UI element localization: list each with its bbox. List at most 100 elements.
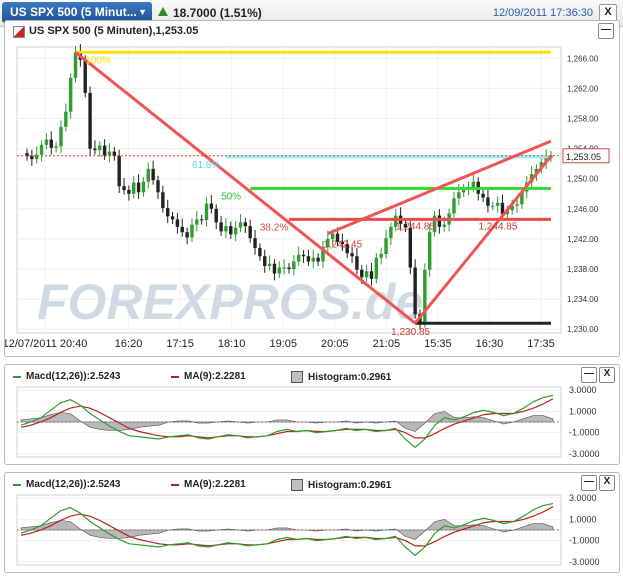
candle-body	[350, 253, 354, 257]
y-tick-label: 1,266.00	[567, 54, 599, 63]
y-tick-label: -3.0000	[569, 557, 600, 567]
x-tick-label: 16:30	[476, 338, 504, 350]
y-tick-label: 1,258.00	[567, 115, 599, 124]
candle-body	[292, 261, 296, 270]
candle-body	[389, 226, 393, 239]
candle-body	[229, 226, 233, 235]
candle-body	[39, 144, 44, 155]
candle-body	[486, 197, 490, 206]
y-tick-label: 3.0000	[569, 493, 597, 503]
candle-body	[209, 203, 214, 209]
candle-body	[374, 257, 379, 279]
symbol-label: US SPX 500 (5 Minut...	[10, 5, 137, 19]
macd-panel-1: Macd(12,26)):2.5243 MA(9):2.2281 Histogr…	[4, 364, 620, 465]
candle-body	[277, 267, 281, 274]
y-tick-label: -1.0000	[569, 428, 600, 438]
y-tick-label: 1.0000	[569, 406, 597, 416]
candle-body	[248, 226, 252, 239]
x-tick-label: 19:05	[269, 338, 297, 350]
candle-body	[369, 271, 374, 279]
candle-body	[471, 181, 476, 188]
candle-body	[180, 226, 184, 233]
candle-body	[156, 180, 160, 193]
candle-body	[199, 219, 204, 221]
candle-body	[166, 208, 170, 217]
price-annotation: 1,230.85	[391, 327, 430, 338]
candle-body	[122, 186, 126, 190]
candle-body	[311, 257, 315, 262]
price-annotation: 1,242.45	[323, 240, 362, 251]
x-tick-label: 20:05	[321, 338, 349, 350]
macd-panel-2: Macd(12,26)):2.5243 MA(9):2.2281 Histogr…	[4, 472, 620, 573]
candle-body	[379, 253, 383, 258]
y-tick-label: 1.0000	[569, 514, 597, 524]
candle-body	[355, 256, 359, 270]
candle-body	[316, 257, 320, 262]
candle-body	[132, 182, 136, 194]
candle-body	[442, 224, 446, 227]
candle-body	[102, 145, 107, 156]
up-arrow-icon	[158, 7, 168, 16]
candle-body	[214, 208, 218, 223]
x-tick-label: 17:35	[527, 338, 555, 350]
candle-body	[49, 139, 53, 148]
candle-body	[306, 256, 311, 262]
candle-body	[54, 146, 58, 148]
y-tick-label: 1,262.00	[567, 84, 599, 93]
candle-body	[428, 232, 432, 270]
candle-body	[481, 193, 485, 198]
candle-body	[224, 226, 228, 232]
x-tick-label: 18:10	[218, 338, 246, 350]
candle-body	[301, 254, 306, 257]
candle-body	[360, 269, 364, 278]
price-change: 18.7000 (1.51%)	[173, 6, 262, 20]
x-tick-label: 17:15	[166, 338, 194, 350]
candle-body	[253, 238, 257, 248]
price-chart[interactable]: 1,266.001,262.001,258.001,254.001,250.00…	[5, 21, 619, 356]
candle-body	[495, 202, 500, 206]
y-tick-label: 1,234.00	[567, 295, 599, 304]
price-annotation: 1,244.85	[478, 221, 517, 232]
x-tick-label: 12/07/2011 20:40	[5, 338, 87, 350]
candle-body	[238, 222, 243, 228]
candle-body	[233, 227, 238, 235]
candle-body	[59, 126, 63, 147]
price-chart-panel: US SPX 500 (5 Minuten),1,253.05 — 1,266.…	[4, 20, 620, 357]
candle-body	[190, 224, 194, 238]
candle-body	[457, 192, 461, 199]
candle-body	[515, 204, 519, 206]
candle-body	[437, 215, 442, 227]
candle-body	[219, 222, 223, 232]
candle-body	[282, 267, 286, 269]
x-tick-label: 15:35	[424, 338, 452, 350]
candle-body	[151, 168, 155, 181]
candle-body	[64, 111, 68, 127]
last-price-label: 1,253.05	[566, 152, 601, 162]
candle-body	[243, 222, 248, 227]
candle-body	[185, 232, 189, 238]
x-tick-label: 16:20	[115, 338, 143, 350]
candle-body	[452, 198, 456, 214]
y-tick-label: 1,238.00	[567, 265, 599, 274]
candle-body	[146, 168, 150, 182]
candle-body	[127, 190, 131, 194]
candle-body	[272, 263, 277, 274]
y-tick-label: -1.0000	[569, 536, 600, 546]
candle-body	[141, 181, 146, 193]
timestamp: 12/09/2011 17:36:30	[492, 7, 593, 19]
y-tick-label: 1,250.00	[567, 175, 599, 184]
macd-chart-1[interactable]: 3.0000 1.0000 -1.0000 -3.0000	[5, 365, 619, 464]
candle-body	[107, 151, 112, 156]
candle-body	[170, 216, 175, 220]
candle-body	[413, 267, 417, 315]
candle-body	[364, 271, 369, 278]
fib-label: 61.8%	[192, 160, 220, 171]
candle-body	[263, 256, 267, 267]
y-tick-label: 3.0000	[569, 385, 597, 395]
candle-body	[44, 139, 49, 145]
candle-body	[136, 182, 141, 193]
candle-body	[30, 156, 34, 160]
macd-chart-2[interactable]: 3.0000 1.0000 -1.0000 -3.0000	[5, 473, 619, 572]
y-tick-label: 1,246.00	[567, 205, 599, 214]
candle-body	[68, 77, 73, 112]
